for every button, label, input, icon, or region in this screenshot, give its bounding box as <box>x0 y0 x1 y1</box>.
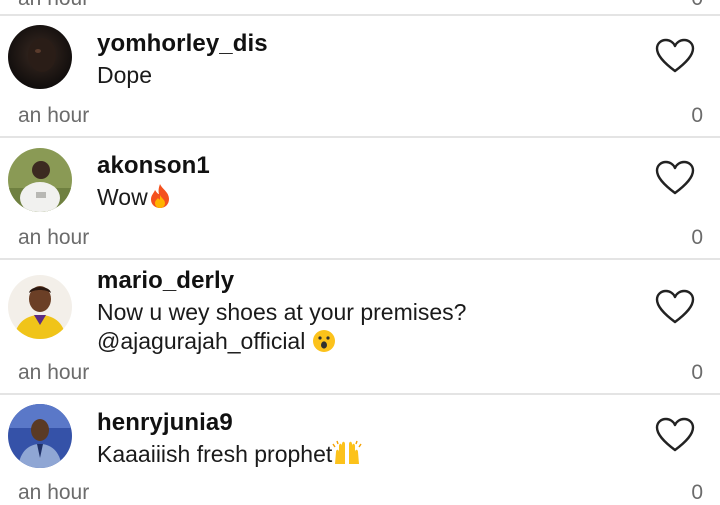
previous-comment-footer: an hour 0 <box>0 0 720 15</box>
comment-text-line: @ajagurajah_official <box>97 327 466 360</box>
comment-time: an hour <box>18 226 90 249</box>
comment-time: an hour <box>18 361 90 384</box>
comment-username[interactable]: akonson1 <box>97 152 210 180</box>
like-count: 0 <box>691 481 703 504</box>
like-count: 0 <box>691 104 703 127</box>
comment-username[interactable]: henryjunia9 <box>97 409 233 437</box>
comment-item: yomhorley_dis Dope an hour 0 <box>0 16 720 136</box>
comment-time: an hour <box>18 0 89 11</box>
comment-item: mario_derly Now u wey shoes at your prem… <box>0 260 720 394</box>
comment-time: an hour <box>18 104 90 127</box>
raising-hands-emoji <box>332 440 362 473</box>
comment-text: Kaaaiiish fresh prophet <box>97 440 362 473</box>
like-count: 0 <box>691 361 703 384</box>
comment-time: an hour <box>18 481 90 504</box>
heart-outline-icon[interactable] <box>655 38 695 74</box>
avatar[interactable] <box>8 404 72 468</box>
comment-text: Dope <box>97 62 152 88</box>
heart-outline-icon[interactable] <box>655 289 695 325</box>
fire-emoji <box>148 183 172 216</box>
comment-item: akonson1 Wow an hour 0 <box>0 138 720 258</box>
heart-outline-icon[interactable] <box>655 160 695 196</box>
comment-username[interactable]: yomhorley_dis <box>97 30 268 58</box>
like-count: 0 <box>691 226 703 249</box>
heart-outline-icon[interactable] <box>655 417 695 453</box>
avatar[interactable] <box>8 25 72 89</box>
avatar[interactable] <box>8 275 72 339</box>
comment-text-line: Now u wey shoes at your premises? <box>97 299 467 325</box>
avatar[interactable] <box>8 148 72 212</box>
astonished-face-emoji <box>312 329 336 360</box>
like-count: 0 <box>691 0 703 11</box>
comment-text: Wow <box>97 183 172 216</box>
comment-item: henryjunia9 Kaaaiiish fresh prophet an h… <box>0 395 720 504</box>
comment-username[interactable]: mario_derly <box>97 267 234 295</box>
comment-text: Now u wey shoes at your premises? @ajagu… <box>97 298 466 360</box>
